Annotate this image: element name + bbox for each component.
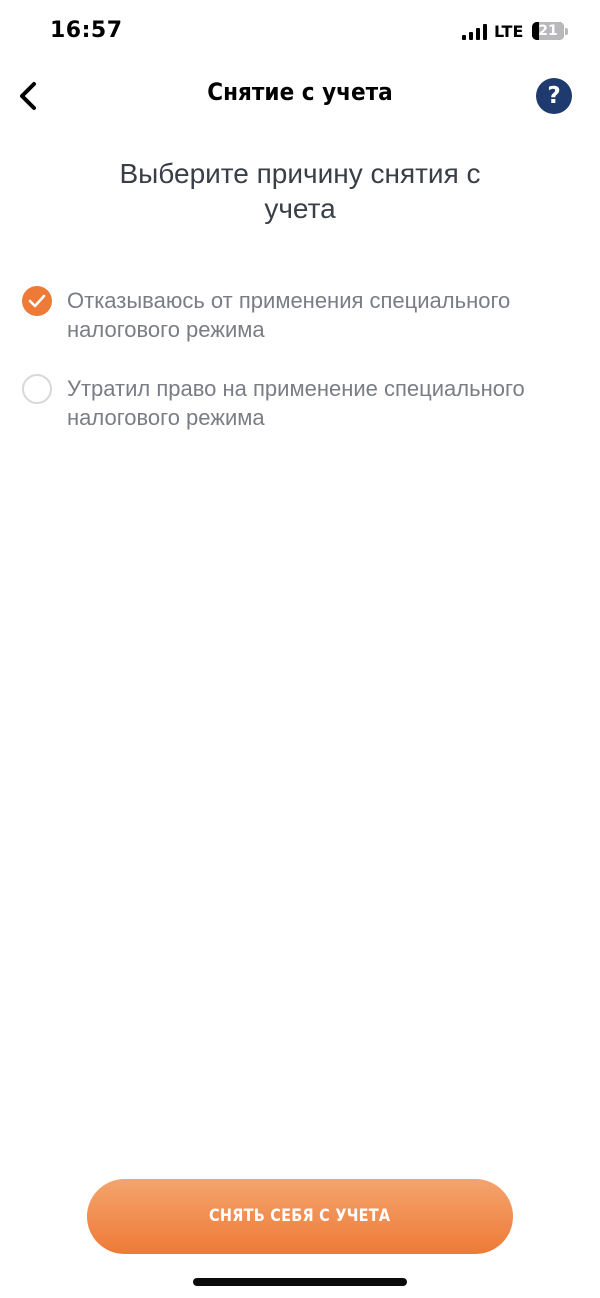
status-bar: 16:57 LTE 21	[0, 0, 600, 66]
battery-level: 21	[538, 23, 558, 39]
battery-tip	[565, 28, 568, 35]
question-icon: ?	[547, 83, 561, 109]
chevron-left-icon	[20, 82, 36, 110]
reason-option-label: Отказываюсь от применения специального н…	[67, 288, 511, 342]
radio-button[interactable]	[22, 286, 52, 316]
reason-option-lost-right[interactable]: Утратил право на применение специального…	[0, 372, 600, 460]
radio-button[interactable]	[22, 374, 52, 404]
page-title: Снятие с учета	[207, 78, 393, 106]
reason-option-label: Утратил право на применение специального…	[67, 376, 525, 430]
back-button[interactable]	[12, 76, 48, 116]
deregister-button[interactable]: СНЯТЬ СЕБЯ С УЧЕТА	[87, 1179, 513, 1254]
help-button[interactable]: ?	[536, 78, 572, 114]
cellular-signal-icon	[462, 24, 487, 40]
section-heading: Выберите причину снятия с учета	[119, 158, 481, 224]
status-time: 16:57	[50, 18, 123, 43]
reason-option-refuse[interactable]: Отказываюсь от применения специального н…	[0, 284, 600, 372]
reason-options: Отказываюсь от применения специального н…	[0, 284, 600, 460]
checkmark-icon	[28, 294, 46, 308]
battery-icon: 21	[532, 22, 564, 40]
navigation-bar: Снятие с учета ?	[0, 70, 600, 124]
home-indicator	[193, 1278, 407, 1286]
network-type: LTE	[494, 22, 524, 41]
deregister-button-label: СНЯТЬ СЕБЯ С УЧЕТА	[209, 1206, 391, 1226]
